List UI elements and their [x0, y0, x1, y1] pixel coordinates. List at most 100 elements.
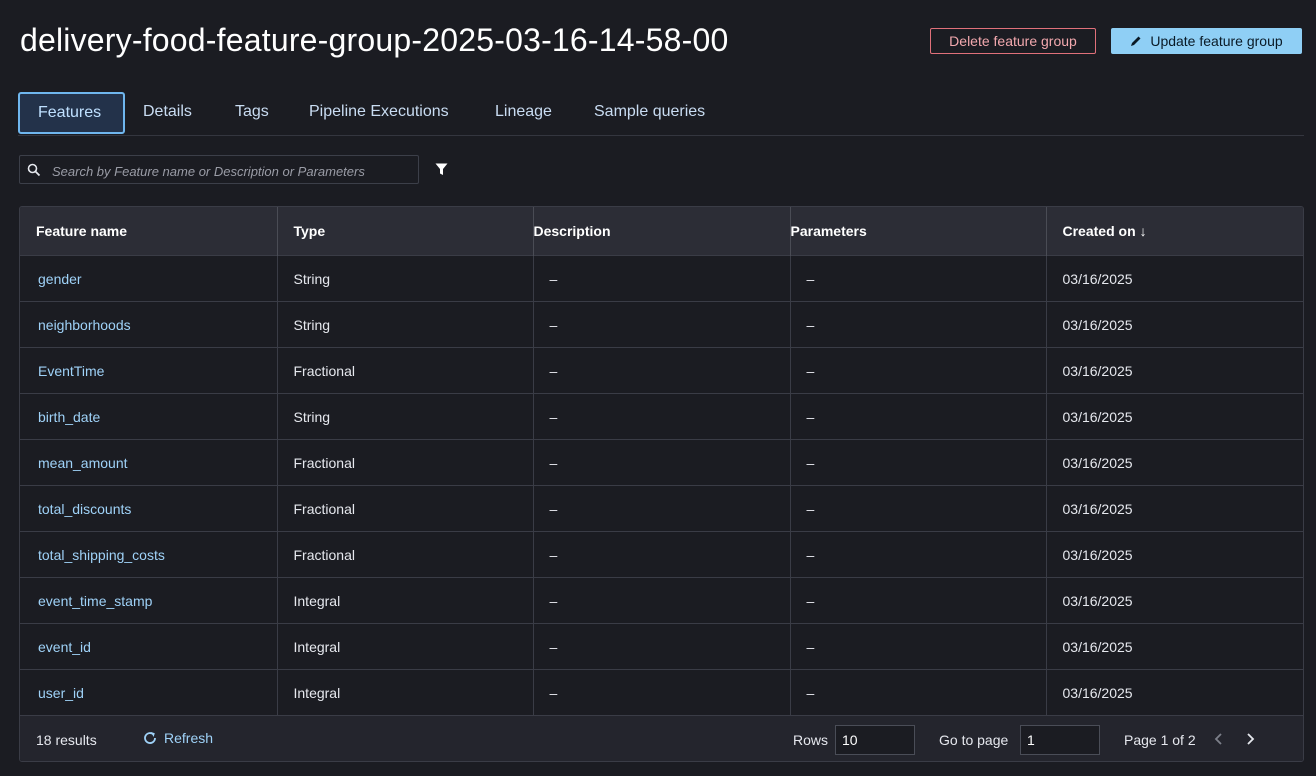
- feature-description: –: [533, 485, 791, 532]
- sort-descending-icon: ↓: [1139, 223, 1147, 239]
- feature-created-on: 03/16/2025: [1062, 454, 1133, 471]
- column-header-type[interactable]: Type: [277, 207, 534, 256]
- feature-description: –: [533, 531, 791, 578]
- delete-button-label: Delete feature group: [949, 33, 1077, 49]
- feature-parameters: –: [790, 347, 1047, 394]
- feature-parameters: –: [790, 393, 1047, 440]
- feature-parameters: –: [790, 531, 1047, 578]
- feature-name-link[interactable]: neighborhoods: [20, 301, 278, 348]
- table-footer: 18 results Refresh Rows 10 Go to page 1 …: [20, 715, 1303, 761]
- rows-label: Rows: [793, 732, 829, 748]
- feature-type: Fractional: [277, 531, 534, 578]
- feature-name-link[interactable]: birth_date: [20, 393, 278, 440]
- feature-created-on: 03/16/2025: [1062, 408, 1133, 425]
- table-row: event_time_stamp Integral – –03/16/2025: [20, 577, 1303, 624]
- table-row: neighborhoods String – –03/16/2025: [20, 301, 1303, 348]
- table-row: total_shipping_costs Fractional – –03/16/20…: [20, 531, 1303, 578]
- feature-name-link[interactable]: mean_amount: [20, 439, 278, 486]
- table-row: user_id Integral – –03/16/2025: [20, 669, 1303, 716]
- tab-label: Details: [143, 103, 192, 120]
- feature-created-on: 03/16/2025: [1062, 500, 1133, 517]
- chevron-left-icon[interactable]: [1212, 732, 1226, 746]
- column-label: Description: [533, 223, 611, 239]
- feature-name-link[interactable]: user_id: [20, 669, 278, 716]
- feature-type: Fractional: [277, 439, 534, 486]
- feature-created-on: 03/16/2025: [1062, 316, 1133, 333]
- tab-lineage[interactable]: Lineage: [495, 92, 552, 132]
- feature-created-on: 03/16/2025: [1062, 362, 1133, 379]
- table-row: event_id Integral – –03/16/2025: [20, 623, 1303, 670]
- feature-description: –: [533, 623, 791, 670]
- feature-description: –: [533, 439, 791, 486]
- page-indicator: Page 1 of 2: [1124, 732, 1196, 748]
- feature-type: Integral: [277, 577, 534, 624]
- feature-name-link[interactable]: total_discounts: [20, 485, 278, 532]
- feature-parameters: –: [790, 485, 1047, 532]
- feature-type: Integral: [277, 623, 534, 670]
- delete-feature-group-button[interactable]: Delete feature group: [930, 28, 1096, 54]
- rows-per-page-input[interactable]: 10: [835, 725, 915, 755]
- go-to-page-input[interactable]: 1: [1020, 725, 1100, 755]
- feature-description: –: [533, 255, 791, 302]
- column-header-created-on[interactable]: Created on ↓: [1046, 207, 1303, 256]
- feature-description: –: [533, 393, 791, 440]
- table-row: mean_amount Fractional – –03/16/2025: [20, 439, 1303, 486]
- table-row: total_discounts Fractional – –03/16/2025: [20, 485, 1303, 532]
- tab-tags[interactable]: Tags: [235, 92, 269, 132]
- feature-description: –: [533, 301, 791, 348]
- column-header-description[interactable]: Description: [533, 207, 791, 256]
- results-count: 18 results: [36, 732, 97, 748]
- column-label: Type: [293, 223, 326, 239]
- feature-parameters: –: [790, 623, 1047, 670]
- feature-parameters: –: [790, 301, 1047, 348]
- feature-name-link[interactable]: total_shipping_costs: [20, 531, 278, 578]
- refresh-label: Refresh: [164, 730, 214, 746]
- feature-type: Fractional: [277, 485, 534, 532]
- page-title: delivery-food-feature-group-2025-03-16-1…: [20, 22, 729, 58]
- table-row: gender String – –03/16/2025: [20, 255, 1303, 302]
- feature-parameters: –: [790, 439, 1047, 486]
- feature-description: –: [533, 347, 791, 394]
- tab-label: Lineage: [495, 103, 552, 120]
- filter-icon[interactable]: [435, 163, 448, 176]
- feature-name-link[interactable]: gender: [20, 255, 278, 302]
- feature-name-link[interactable]: EventTime: [20, 347, 278, 394]
- feature-type: String: [277, 393, 534, 440]
- feature-description: –: [533, 577, 791, 624]
- update-feature-group-button[interactable]: Update feature group: [1111, 28, 1302, 54]
- go-to-page-label: Go to page: [939, 732, 1009, 748]
- refresh-icon: [144, 732, 156, 744]
- column-label: Parameters: [790, 223, 867, 239]
- feature-name-link[interactable]: event_time_stamp: [20, 577, 278, 624]
- feature-description: –: [533, 669, 791, 716]
- feature-type: Integral: [277, 669, 534, 716]
- feature-created-on: 03/16/2025: [1062, 592, 1133, 609]
- refresh-button[interactable]: Refresh: [142, 730, 213, 746]
- table-row: EventTime Fractional – –03/16/2025: [20, 347, 1303, 394]
- feature-created-on: 03/16/2025: [1062, 684, 1133, 701]
- feature-name-link[interactable]: event_id: [20, 623, 278, 670]
- table-header-row: Feature name Type Description Parameters…: [20, 207, 1303, 256]
- tab-label: Sample queries: [594, 103, 706, 120]
- feature-created-on: 03/16/2025: [1062, 270, 1133, 287]
- tab-details[interactable]: Details: [143, 92, 192, 132]
- tab-features[interactable]: Features: [18, 92, 125, 134]
- table-row: birth_date String – –03/16/2025: [20, 393, 1303, 440]
- tab-bar: Features Details Tags Pipeline Execution…: [18, 92, 1304, 136]
- search-input[interactable]: [50, 157, 414, 185]
- column-label: Created on: [1062, 223, 1136, 239]
- tab-label: Tags: [235, 103, 269, 120]
- search-icon: [27, 163, 41, 177]
- update-button-label: Update feature group: [1150, 33, 1283, 49]
- feature-type: String: [277, 255, 534, 302]
- features-table: Feature name Type Description Parameters…: [19, 206, 1304, 762]
- tab-sample-queries[interactable]: Sample queries: [594, 92, 705, 132]
- column-header-parameters[interactable]: Parameters: [790, 207, 1047, 256]
- chevron-right-icon[interactable]: [1243, 732, 1257, 746]
- column-label: Feature name: [36, 223, 128, 239]
- column-header-feature-name[interactable]: Feature name: [20, 207, 278, 256]
- tab-pipeline-executions[interactable]: Pipeline Executions: [309, 92, 449, 132]
- tab-label: Features: [38, 104, 102, 121]
- feature-type: String: [277, 301, 534, 348]
- pencil-icon: [1131, 36, 1141, 46]
